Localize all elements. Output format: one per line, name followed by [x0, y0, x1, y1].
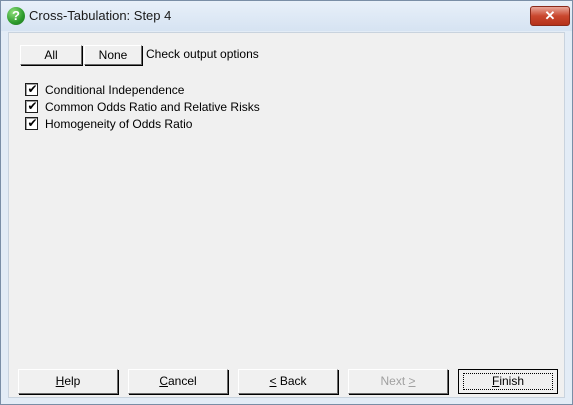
- checkbox[interactable]: ✔: [25, 116, 38, 130]
- option-label: Homogeneity of Odds Ratio: [45, 117, 193, 131]
- back-label: Back: [276, 374, 307, 388]
- none-button-label: None: [98, 48, 128, 62]
- cancel-button[interactable]: Cancel: [128, 369, 228, 394]
- none-button[interactable]: None: [84, 45, 142, 65]
- cancel-label: ancel: [167, 374, 197, 388]
- checkmark-icon: ✔: [27, 116, 38, 130]
- window-title: Cross-Tabulation: Step 4: [29, 8, 172, 23]
- finish-button[interactable]: Finish: [458, 369, 558, 394]
- close-button[interactable]: ✕: [530, 6, 570, 26]
- option-label: Common Odds Ratio and Relative Risks: [45, 100, 260, 114]
- close-icon: ✕: [544, 8, 556, 23]
- checkmark-icon: ✔: [27, 82, 38, 96]
- option-label: Conditional Independence: [45, 83, 185, 97]
- checkmark-icon: ✔: [27, 99, 38, 113]
- help-label: elp: [64, 374, 81, 388]
- cancel-mnemonic: C: [159, 374, 168, 388]
- help-question-icon: ?: [7, 7, 25, 25]
- title-bar[interactable]: ? Cross-Tabulation: Step 4 ✕: [1, 1, 572, 31]
- dialog-client-area: All None Check output options ✔ Conditio…: [8, 32, 565, 398]
- help-button[interactable]: Help: [18, 369, 118, 394]
- next-button[interactable]: Next >: [348, 369, 448, 394]
- checkbox[interactable]: ✔: [25, 82, 38, 96]
- all-button-label: All: [44, 48, 58, 62]
- all-button[interactable]: All: [20, 45, 82, 65]
- check-output-options-label: Check output options: [146, 47, 259, 61]
- next-label: Next: [380, 374, 409, 388]
- checkbox[interactable]: ✔: [25, 99, 38, 113]
- focus-rectangle: [463, 373, 553, 390]
- next-mnemonic: >: [408, 374, 416, 388]
- back-mnemonic: <: [269, 374, 277, 388]
- dialog-window: ? Cross-Tabulation: Step 4 ✕ All None Ch…: [0, 0, 573, 405]
- back-button[interactable]: < Back: [238, 369, 338, 394]
